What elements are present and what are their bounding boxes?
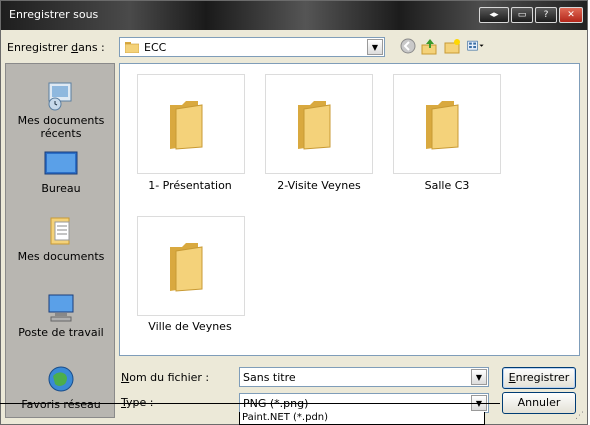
folder-icon xyxy=(125,42,139,53)
annotation-line xyxy=(0,403,500,404)
cancel-button[interactable]: Annuler xyxy=(502,392,576,414)
my-documents-icon xyxy=(50,217,70,245)
maximize-button[interactable]: ▭ xyxy=(511,7,533,23)
close-button[interactable]: ✕ xyxy=(559,7,583,23)
current-folder: ECC xyxy=(144,41,167,54)
place-recent-documents[interactable]: Mes documents récents xyxy=(6,80,116,140)
switch-window-button[interactable]: ◂▸ xyxy=(479,7,509,23)
save-in-label: Enregistrer dans : xyxy=(7,41,105,54)
new-folder-icon[interactable] xyxy=(444,37,462,55)
folder-tile[interactable] xyxy=(393,74,501,174)
network-places-icon xyxy=(48,366,74,392)
back-icon[interactable] xyxy=(399,37,417,55)
filename-input[interactable]: Sans titre xyxy=(243,371,296,384)
folder-icon xyxy=(170,243,203,292)
views-menu-icon[interactable] xyxy=(467,37,485,55)
title-bar[interactable]: Enregistrer sous ◂▸ ▭ ? ✕ xyxy=(1,1,587,30)
recent-documents-icon xyxy=(48,82,72,111)
window-title: Enregistrer sous xyxy=(9,8,99,21)
chevron-down-icon[interactable]: ▼ xyxy=(471,369,487,385)
place-my-computer[interactable]: Poste de travail xyxy=(6,292,116,339)
folder-tile[interactable] xyxy=(137,74,245,174)
up-folder-icon[interactable] xyxy=(421,37,439,55)
folder-tile[interactable] xyxy=(137,216,245,316)
places-bar: Mes documents récents Bureau Mes documen… xyxy=(5,63,115,418)
help-button[interactable]: ? xyxy=(535,7,557,23)
my-computer-icon xyxy=(48,294,74,322)
resize-grip-icon[interactable]: ⋰ xyxy=(575,411,584,421)
file-name[interactable]: 1- Présentation xyxy=(125,179,255,192)
save-in-combo[interactable]: ECC ▼ xyxy=(119,37,385,57)
save-as-dialog: Enregistrer sous ◂▸ ▭ ? ✕ Enregistrer da… xyxy=(0,0,588,425)
chevron-down-icon[interactable]: ▼ xyxy=(367,39,383,55)
folder-icon xyxy=(426,101,459,150)
file-name[interactable]: Salle C3 xyxy=(382,179,512,192)
file-name[interactable]: Ville de Veynes xyxy=(125,320,255,333)
filetype-dropdown-option[interactable]: Paint.NET (*.pdn) xyxy=(239,412,485,425)
folder-icon xyxy=(298,101,331,150)
place-my-documents[interactable]: Mes documents xyxy=(6,216,116,263)
desktop-icon xyxy=(44,151,78,175)
file-name[interactable]: 2-Visite Veynes xyxy=(254,179,384,192)
folder-tile[interactable] xyxy=(265,74,373,174)
folder-icon xyxy=(170,101,203,150)
save-button[interactable]: Enregistrer xyxy=(502,367,576,389)
filename-field[interactable]: Sans titre ▼ xyxy=(239,367,489,387)
file-list[interactable]: 1- Présentation 2-Visite Veynes Salle C3… xyxy=(119,63,580,356)
filename-label: Nom du fichier : xyxy=(121,371,210,384)
place-desktop[interactable]: Bureau xyxy=(6,148,116,195)
